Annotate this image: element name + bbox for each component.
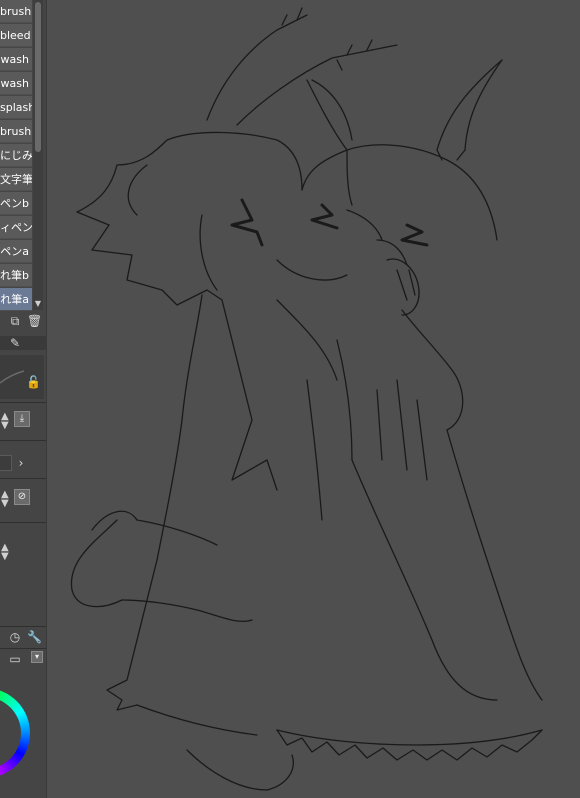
sketch-line	[91, 510, 138, 531]
sub-tool-panel: brush bleed wash wash splash brush にじみ 文…	[0, 0, 47, 798]
sketch-line	[396, 269, 416, 301]
sketch-line	[136, 704, 258, 736]
sketch-line	[436, 149, 466, 161]
duplicate-icon[interactable]: ⧉	[8, 314, 22, 328]
sketch-line	[127, 164, 148, 216]
color-swatch[interactable]	[0, 455, 12, 471]
sketch-line	[446, 429, 543, 701]
clock-icon[interactable]: ◷	[8, 630, 22, 644]
scroll-down-icon[interactable]: ▼	[33, 298, 43, 310]
sketch-artwork	[70, 7, 543, 791]
lock-icon[interactable]: 🔓	[26, 375, 41, 389]
brush-item[interactable]: 文字筆	[0, 168, 32, 191]
sketch-line	[276, 729, 543, 746]
brush-list-toolbar: ▏ ⧉ 🗑	[0, 313, 46, 331]
sketch-line	[276, 299, 338, 381]
sketch-line	[336, 39, 373, 71]
sketch-line	[266, 754, 294, 791]
sketch-line	[336, 339, 353, 461]
chevron-right-icon[interactable]: ›	[14, 456, 28, 470]
brush-item[interactable]: ィペン	[0, 216, 32, 239]
brush-item[interactable]: splash	[0, 96, 32, 119]
sketch-line	[221, 299, 253, 421]
sketch-line	[310, 203, 339, 230]
spinner-icon[interactable]: ▲ ▼	[1, 412, 9, 431]
drawing-canvas[interactable]	[47, 0, 580, 798]
sketch-line	[401, 309, 464, 431]
sketch-line	[230, 198, 264, 247]
sketch-line	[400, 223, 429, 247]
divider	[0, 626, 46, 627]
sketch-line	[236, 44, 398, 126]
chevron-down-icon[interactable]: ▾	[31, 651, 43, 663]
sketch-line	[351, 459, 498, 701]
brush-stroke-preview: 🔓	[0, 355, 44, 399]
sketch-line	[346, 209, 383, 241]
sketch-line	[376, 379, 428, 481]
divider	[0, 478, 46, 479]
no-entry-icon[interactable]: ⊘	[14, 489, 30, 505]
brush-item-selected[interactable]: れ筆a	[0, 288, 32, 311]
sketch-line	[306, 379, 323, 521]
sketch-line	[136, 519, 218, 546]
brush-list: brush bleed wash wash splash brush にじみ 文…	[0, 0, 32, 311]
sketch-line	[70, 519, 123, 608]
brush-list-scrollbar[interactable]: ▼	[33, 0, 43, 310]
brush-item[interactable]: ペンa	[0, 240, 32, 263]
wrench-icon[interactable]: 🔧	[27, 630, 42, 644]
sketch-line	[186, 749, 268, 791]
brush-item[interactable]: ペンb	[0, 192, 32, 215]
sketch-line	[156, 294, 203, 561]
brush-item[interactable]: にじみ	[0, 144, 32, 167]
brush-item[interactable]: wash	[0, 48, 32, 71]
spinner-icon[interactable]: ▲ ▼	[1, 490, 9, 509]
divider	[0, 440, 46, 441]
download-icon[interactable]: ⤓	[14, 411, 30, 427]
sketch-line	[231, 419, 278, 491]
brush-item[interactable]: wash	[0, 72, 32, 95]
color-wheel-inner	[0, 697, 21, 769]
window-icon[interactable]: ▭	[8, 652, 22, 666]
sketch-line	[311, 79, 353, 141]
color-wheel[interactable]	[0, 688, 30, 778]
brush-item[interactable]: brush	[0, 120, 32, 143]
sketch-line	[276, 259, 348, 281]
sketch-line	[206, 14, 308, 121]
tool-property-header: ✎	[0, 336, 46, 350]
brush-item[interactable]: bleed	[0, 24, 32, 47]
divider	[0, 402, 46, 403]
brush-item[interactable]: brush	[0, 0, 32, 23]
brush-item[interactable]: れ筆b	[0, 264, 32, 287]
divider	[0, 648, 46, 649]
sketch-line	[106, 559, 158, 711]
pen-icon: ✎	[9, 336, 21, 350]
sketch-line	[346, 149, 353, 206]
sketch-line	[121, 599, 253, 622]
sketch-line	[464, 59, 503, 151]
scrollbar-thumb[interactable]	[35, 2, 41, 152]
divider	[0, 522, 46, 523]
sketch-line	[76, 131, 303, 213]
trash-icon[interactable]: 🗑	[27, 314, 42, 328]
spinner-icon[interactable]: ▲ ▼	[1, 543, 9, 562]
sketch-line	[199, 214, 218, 291]
